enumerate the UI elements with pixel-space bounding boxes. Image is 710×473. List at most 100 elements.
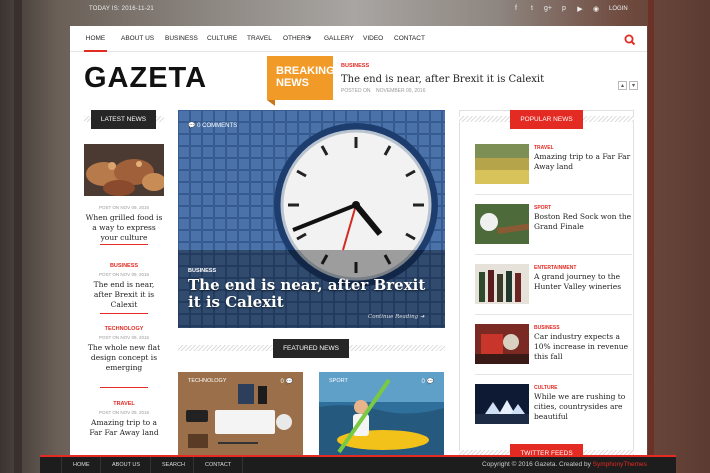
post-category[interactable]: ENTERTAINMENT — [534, 265, 576, 271]
comment-icon: 💬 — [285, 379, 293, 385]
nav-item-home[interactable]: HOME — [84, 26, 107, 52]
list-item[interactable]: TRAVEL POST ON NOV 09, 2016 Amazing trip… — [84, 401, 164, 438]
facebook-icon[interactable]: f — [512, 5, 520, 13]
list-item[interactable]: SPORT Boston Red Sock won the Grand Fina… — [475, 204, 635, 248]
nav-item-others[interactable]: OTHERS — [283, 26, 310, 52]
featured-category[interactable]: SPORT — [329, 378, 348, 384]
post-title[interactable]: When grilled food is a way to express yo… — [84, 213, 164, 243]
list-item[interactable]: TRAVEL Amazing trip to a Far Far Away la… — [475, 144, 635, 188]
popular-thumb[interactable] — [475, 324, 529, 364]
featured-item-sport[interactable]: SPORT 0 💬 — [319, 372, 444, 466]
footer-link-about-us[interactable]: ABOUT US — [100, 457, 151, 473]
post-title[interactable]: Amazing trip to a Far Far Away land — [534, 152, 634, 172]
post-title[interactable]: Car industry expects a 10% increase in r… — [534, 332, 634, 362]
main-nav: HOME ABOUT US BUSINESS CULTURE TRAVEL OT… — [70, 26, 647, 52]
breaking-title[interactable]: The end is near, after Brexit it is Cale… — [341, 74, 544, 85]
featured-item-technology[interactable]: TECHNOLOGY 0 💬 — [178, 372, 303, 466]
post-category[interactable]: TECHNOLOGY — [84, 326, 164, 332]
nav-item-gallery[interactable]: GALLERY — [324, 26, 354, 52]
list-item[interactable]: ENTERTAINMENT A grand journey to the Hun… — [475, 264, 635, 308]
nav-item-travel[interactable]: TRAVEL — [247, 26, 272, 52]
post-meta: POST ON NOV 09, 2016 — [99, 272, 149, 277]
footer-link-search[interactable]: SEARCH — [150, 457, 196, 473]
post-category[interactable]: SPORT — [534, 205, 551, 211]
hero-title[interactable]: The end is near, after Brexit it is Cale… — [188, 277, 428, 311]
posted-on-label: POSTED ON — [341, 88, 371, 94]
nav-item-culture[interactable]: CULTURE — [207, 26, 237, 52]
post-title[interactable]: The whole new flat design concept is eme… — [84, 343, 164, 373]
background-post — [648, 0, 654, 473]
breaking-news-badge: BREAKING NEWS — [267, 56, 335, 106]
breaking-category[interactable]: BUSINESS — [341, 63, 369, 69]
featured-category[interactable]: TECHNOLOGY — [188, 378, 227, 384]
chevron-down-icon[interactable]: ▾ — [629, 81, 638, 90]
divider — [475, 194, 632, 195]
copyright-text: Copyright © 2016 Gazeta. Created by — [482, 461, 593, 468]
continue-reading-label: Continue Reading — [368, 314, 419, 320]
breaking-pager: ▴ ▾ — [618, 81, 638, 90]
popular-thumb[interactable] — [475, 384, 529, 424]
nav-item-contact[interactable]: CONTACT — [394, 26, 425, 52]
post-meta: POST ON NOV 09, 2016 — [99, 410, 149, 415]
post-title[interactable]: The end is near, after Brexit it is Cale… — [84, 280, 164, 310]
hero-comments[interactable]: 💬 0 COMMENTS — [188, 122, 237, 129]
site-logo[interactable]: GAZETA — [84, 62, 207, 95]
page-container: HOME ABOUT US BUSINESS CULTURE TRAVEL OT… — [70, 26, 647, 466]
post-title[interactable]: While we are rushing to cities, countrys… — [534, 392, 634, 422]
comment-icon: 💬 — [426, 379, 434, 385]
post-title[interactable]: Boston Red Sock won the Grand Finale — [534, 212, 634, 232]
youtube-icon[interactable]: ▶ — [576, 5, 584, 13]
post-meta: POST ON NOV 09, 2016 — [99, 335, 149, 340]
login-link[interactable]: LOGIN — [609, 6, 628, 12]
list-item[interactable]: BUSINESS Car industry expects a 10% incr… — [475, 324, 635, 368]
popular-thumb[interactable] — [475, 264, 529, 304]
nav-item-about-us[interactable]: ABOUT US — [121, 26, 154, 52]
grilled-food-image — [84, 144, 164, 196]
today-date: TODAY IS: 2016-11-21 — [89, 6, 154, 12]
twitter-icon[interactable]: t — [528, 5, 536, 13]
featured-news-heading: FEATURED NEWS — [273, 339, 349, 358]
comment-count: 0 💬 — [422, 378, 435, 385]
breaking-date: NOVEMBER 09, 2016 — [376, 88, 426, 94]
hero-category[interactable]: BUSINESS — [188, 268, 216, 274]
social-links: f t g+ p ▶ ◉ — [512, 5, 600, 13]
top-bar: TODAY IS: 2016-11-21 f t g+ p ▶ ◉ LOGIN — [0, 0, 710, 22]
post-category[interactable]: BUSINESS — [84, 263, 164, 269]
comment-count-value: 0 — [280, 379, 284, 385]
list-item[interactable]: BUSINESS POST ON NOV 09, 2016 The end is… — [84, 263, 164, 310]
tents-night-image — [475, 384, 529, 424]
post-title[interactable]: Amazing trip to a Far Far Away land — [84, 418, 164, 438]
rss-icon[interactable]: ◉ — [592, 5, 600, 13]
post-category[interactable]: TRAVEL — [84, 401, 164, 407]
divider — [475, 374, 632, 375]
post-category[interactable]: BUSINESS — [534, 325, 560, 331]
footer-link-home[interactable]: HOME — [61, 457, 101, 473]
hero-article[interactable]: 💬 0 COMMENTS BUSINESS The end is near, a… — [178, 110, 445, 328]
pinterest-icon[interactable]: p — [560, 5, 568, 13]
popular-thumb[interactable] — [475, 144, 529, 184]
breaking-meta: POSTED ON NOVEMBER 09, 2016 — [341, 88, 425, 94]
footer-bar: HOME ABOUT US SEARCH CONTACT Copyright ©… — [40, 455, 676, 473]
comment-count: 0 💬 — [281, 378, 294, 385]
divider — [100, 313, 148, 314]
footer-link-contact[interactable]: CONTACT — [193, 457, 244, 473]
list-item[interactable]: TECHNOLOGY POST ON NOV 09, 2016 The whol… — [84, 326, 164, 373]
list-item[interactable]: POST ON NOV 09, 2016 When grilled food i… — [84, 202, 164, 243]
brand-link[interactable]: SymphonyThemes — [593, 461, 647, 468]
popular-thumb[interactable] — [475, 204, 529, 244]
continue-reading-link[interactable]: Continue Reading ➜ — [368, 314, 425, 320]
chevron-down-icon[interactable]: ▾ — [308, 26, 311, 52]
search-icon[interactable] — [623, 33, 637, 47]
chevron-up-icon[interactable]: ▴ — [618, 81, 627, 90]
list-item[interactable]: CULTURE While we are rushing to cities, … — [475, 384, 635, 428]
nav-item-business[interactable]: BUSINESS — [165, 26, 198, 52]
post-category[interactable]: CULTURE — [534, 385, 558, 391]
post-category[interactable]: TRAVEL — [534, 145, 554, 151]
nav-item-video[interactable]: VIDEO — [363, 26, 383, 52]
post-title[interactable]: A grand journey to the Hunter Valley win… — [534, 272, 634, 292]
popular-news-heading: POPULAR NEWS — [510, 110, 583, 129]
latest-thumb-grilled-food[interactable] — [84, 144, 164, 196]
google-plus-icon[interactable]: g+ — [544, 5, 552, 13]
breaking-label-line2: NEWS — [276, 77, 309, 89]
comment-icon: 💬 — [188, 123, 198, 129]
